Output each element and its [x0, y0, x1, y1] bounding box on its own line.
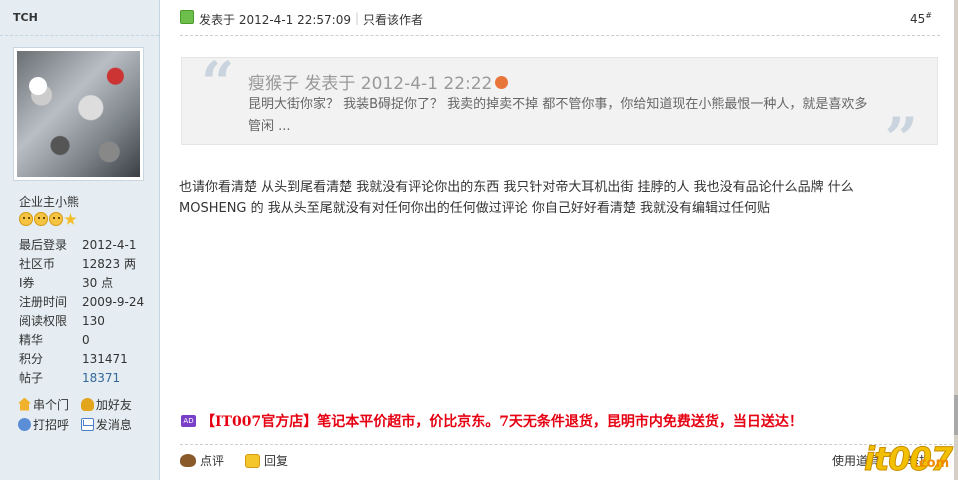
smiley-icon	[34, 212, 48, 226]
post-time: 发表于 2012-4-1 22:57:09	[199, 13, 351, 27]
post-header: 发表于 2012-4-1 22:57:09 | 只看该作者 45#	[180, 0, 940, 36]
user-rank: 企业主小熊	[19, 195, 80, 209]
stat-label: 社区币	[19, 257, 56, 271]
greet-icon	[18, 417, 31, 431]
ad-link[interactable]: 【IT007官方店】笔记本平价超市，价比京东。7天无条件退货，昆明市内免费送货，…	[201, 411, 803, 431]
avatar-detail	[29, 77, 47, 95]
greet-label: 打招呼	[33, 417, 70, 432]
greet-button[interactable]: 打招呼	[18, 414, 69, 434]
visit-button[interactable]: 串个门	[18, 394, 69, 414]
author-only-link[interactable]: 只看该作者	[363, 11, 423, 28]
stat-value: 131471	[82, 352, 128, 366]
ad-badge: AD	[181, 415, 196, 427]
post-area: 发表于 2012-4-1 22:57:09 | 只看该作者 45# “ 瘦猴子 …	[161, 0, 958, 480]
avatar[interactable]	[17, 51, 140, 177]
visit-label: 串个门	[33, 397, 70, 412]
smiley-icon	[19, 212, 33, 226]
stat-label: 精华	[19, 333, 44, 347]
quote-block: “ 瘦猴子 发表于 2012-4-1 22:22 昆明大街你家？ 我装B碍捉你了…	[181, 49, 938, 168]
post-footer: 点评 回复 使用道具 举报	[180, 444, 957, 480]
stat-row-last-login: 最后登录 2012-4-1	[19, 236, 144, 255]
avatar-frame	[13, 47, 144, 181]
quote-author-line: 瘦猴子 发表于 2012-4-1 22:22	[248, 69, 509, 94]
ad-banner[interactable]: AD 【IT007官方店】笔记本平价超市，价比京东。7天无条件退货，昆明市内免费…	[181, 411, 803, 431]
user-actions: 串个门 加好友 打招呼 发消息	[18, 394, 158, 434]
post-body: 也请你看清楚 从头到尾看清楚 我就没有评论你出的东西 我只针对帝大耳机出街 挂脖…	[179, 180, 854, 216]
stat-value: 0	[82, 333, 90, 347]
it007-logo: it007 .com	[858, 440, 958, 479]
reply-button[interactable]: 回复	[245, 452, 288, 469]
stat-row-digest: 精华 0	[19, 331, 144, 350]
stat-row-register: 注册时间 2009-9-24	[19, 293, 144, 312]
stat-row-points: 积分 131471	[19, 350, 144, 369]
stat-label: 阅读权限	[19, 314, 68, 328]
message-label: 发消息	[95, 417, 132, 432]
stat-value: 2012-4-1	[82, 238, 137, 252]
scrollbar-thumb[interactable]	[954, 395, 958, 435]
stat-label: I券	[19, 276, 35, 290]
stat-value: 2009-9-24	[82, 295, 145, 309]
comment-icon	[180, 454, 196, 467]
add-friend-label: 加好友	[95, 397, 132, 412]
jump-to-post-icon[interactable]	[495, 75, 509, 89]
floor-value: 45	[910, 12, 926, 26]
star-icon	[64, 213, 77, 225]
message-button[interactable]: 发消息	[80, 414, 132, 434]
stat-value: 130	[82, 314, 105, 328]
stat-row-coins: 社区币 12823 两	[19, 255, 144, 274]
stat-label: 注册时间	[19, 295, 68, 309]
comment-label: 点评	[200, 454, 225, 468]
reply-label: 回复	[264, 454, 289, 468]
quote-close-icon: ”	[884, 105, 918, 173]
posts-count-link[interactable]: 18371	[82, 369, 120, 388]
floor-number[interactable]: 45#	[910, 11, 932, 26]
stat-label: 积分	[19, 352, 44, 366]
quote-author-text: 瘦猴子 发表于 2012-4-1 22:22	[248, 74, 493, 94]
stat-label: 帖子	[19, 371, 44, 385]
quote-text: 昆明大街你家？ 我装B碍捉你了？ 我卖的掉卖不掉 都不管你事，你给知道现在小熊最…	[248, 97, 868, 134]
stat-value: 12823 两	[82, 257, 136, 271]
add-friend-icon	[80, 397, 94, 411]
header-separator: |	[355, 11, 360, 25]
comment-button[interactable]: 点评	[180, 452, 224, 469]
stat-row-read-level: 阅读权限 130	[19, 312, 144, 331]
smiley-icon	[49, 212, 63, 226]
stat-label: 最后登录	[19, 238, 68, 252]
quote-open-icon: “	[201, 49, 235, 117]
rank-stars	[19, 212, 77, 226]
add-friend-button[interactable]: 加好友	[80, 394, 132, 414]
envelope-icon	[80, 417, 94, 431]
author-name[interactable]: TCH	[0, 0, 159, 36]
reply-icon	[245, 453, 260, 468]
user-stats: 最后登录 2012-4-1 社区币 12823 两 I券 30 点 注册时间 2009-…	[19, 236, 144, 388]
stat-value: 30 点	[82, 276, 114, 290]
online-status-icon	[180, 10, 194, 24]
logo-suffix: .com	[914, 456, 950, 471]
stat-row-coupons: I券 30 点	[19, 274, 144, 293]
stat-row-posts: 帖子 18371	[19, 369, 144, 388]
author-sidebar: TCH 企业主小熊 最后登录 2012-4-1 社区币 12823 两 I券 30 点…	[0, 0, 160, 480]
floor-mark: #	[925, 11, 932, 20]
home-icon	[18, 397, 31, 411]
